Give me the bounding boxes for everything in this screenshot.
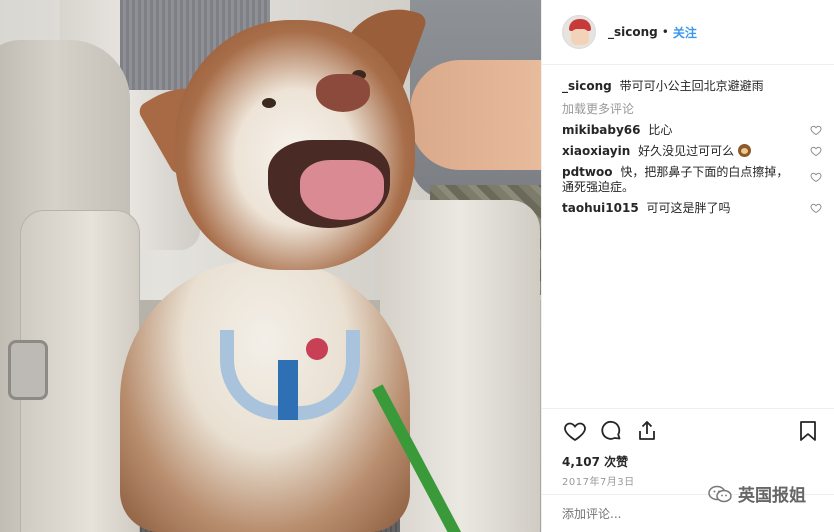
instagram-post: _sicong • 关注 _sicong 带可可小公主回北京避避雨 加载更多评论… xyxy=(0,0,834,532)
seat-belt-buckle xyxy=(8,340,48,400)
monkey-emoji-icon xyxy=(737,144,751,157)
action-bar xyxy=(542,409,834,453)
comment-username[interactable]: taohui1015 xyxy=(562,201,639,215)
heart-icon[interactable] xyxy=(810,145,822,157)
comment-item: pdtwoo 快，把那鼻子下面的白点擦掉，通死强迫症。 xyxy=(562,165,822,195)
header-username[interactable]: _sicong xyxy=(608,25,658,39)
add-comment-input[interactable] xyxy=(562,506,762,521)
load-more-comments-button[interactable]: 加载更多评论 xyxy=(562,101,814,117)
post-side-panel: _sicong • 关注 _sicong 带可可小公主回北京避避雨 加载更多评论… xyxy=(541,0,834,532)
likes-count[interactable]: 4,107 次赞 xyxy=(542,453,834,471)
comment-bubble-icon xyxy=(601,420,621,440)
comments-section: _sicong 带可可小公主回北京避避雨 加载更多评论 mikibaby66 比… xyxy=(542,65,834,216)
comment-username[interactable]: xiaoxiayin xyxy=(562,144,630,158)
comment-text: 比心 xyxy=(648,123,673,137)
share-button[interactable] xyxy=(634,418,660,444)
comment-text: 可可这是胖了吗 xyxy=(646,201,731,215)
comment-username[interactable]: mikibaby66 xyxy=(562,123,641,137)
heart-icon[interactable] xyxy=(810,124,822,136)
like-button[interactable] xyxy=(562,418,588,444)
watermark-text: 英国报姐 xyxy=(738,486,806,506)
caption-username[interactable]: _sicong xyxy=(562,79,612,93)
follow-button[interactable]: 关注 xyxy=(673,24,697,41)
bookmark-icon xyxy=(800,421,816,441)
caption-text: 带可可小公主回北京避避雨 xyxy=(619,79,764,93)
comment-item: xiaoxiayin 好久没见过可可么 xyxy=(562,144,822,159)
header-separator: • xyxy=(661,25,669,39)
heart-icon[interactable] xyxy=(810,202,822,214)
person-arm xyxy=(410,60,541,170)
comment-text: 好久没见过可可么 xyxy=(638,144,735,158)
dog-nose xyxy=(316,74,370,112)
heart-icon xyxy=(564,422,586,442)
comment-button[interactable] xyxy=(598,418,624,444)
post-header: _sicong • 关注 xyxy=(542,0,834,65)
post-caption: _sicong 带可可小公主回北京避避雨 xyxy=(562,77,814,95)
dog-tag xyxy=(306,338,328,360)
wechat-icon xyxy=(708,485,732,502)
avatar[interactable] xyxy=(562,15,596,49)
heart-icon[interactable] xyxy=(810,171,822,183)
post-actions-area: 4,107 次赞 2017年7月3日 xyxy=(542,408,834,489)
dog-tongue xyxy=(300,160,384,220)
watermark: 英国报姐 xyxy=(708,481,806,506)
post-photo[interactable] xyxy=(0,0,541,532)
avatar-face xyxy=(571,29,589,45)
save-button[interactable] xyxy=(795,418,821,444)
comment-item: mikibaby66 比心 xyxy=(562,123,822,138)
comment-item: taohui1015 可可这是胖了吗 xyxy=(562,201,822,216)
share-icon xyxy=(639,421,655,440)
comment-username[interactable]: pdtwoo xyxy=(562,165,613,179)
dog-eye-left xyxy=(262,98,276,108)
harness-strap xyxy=(278,360,298,420)
